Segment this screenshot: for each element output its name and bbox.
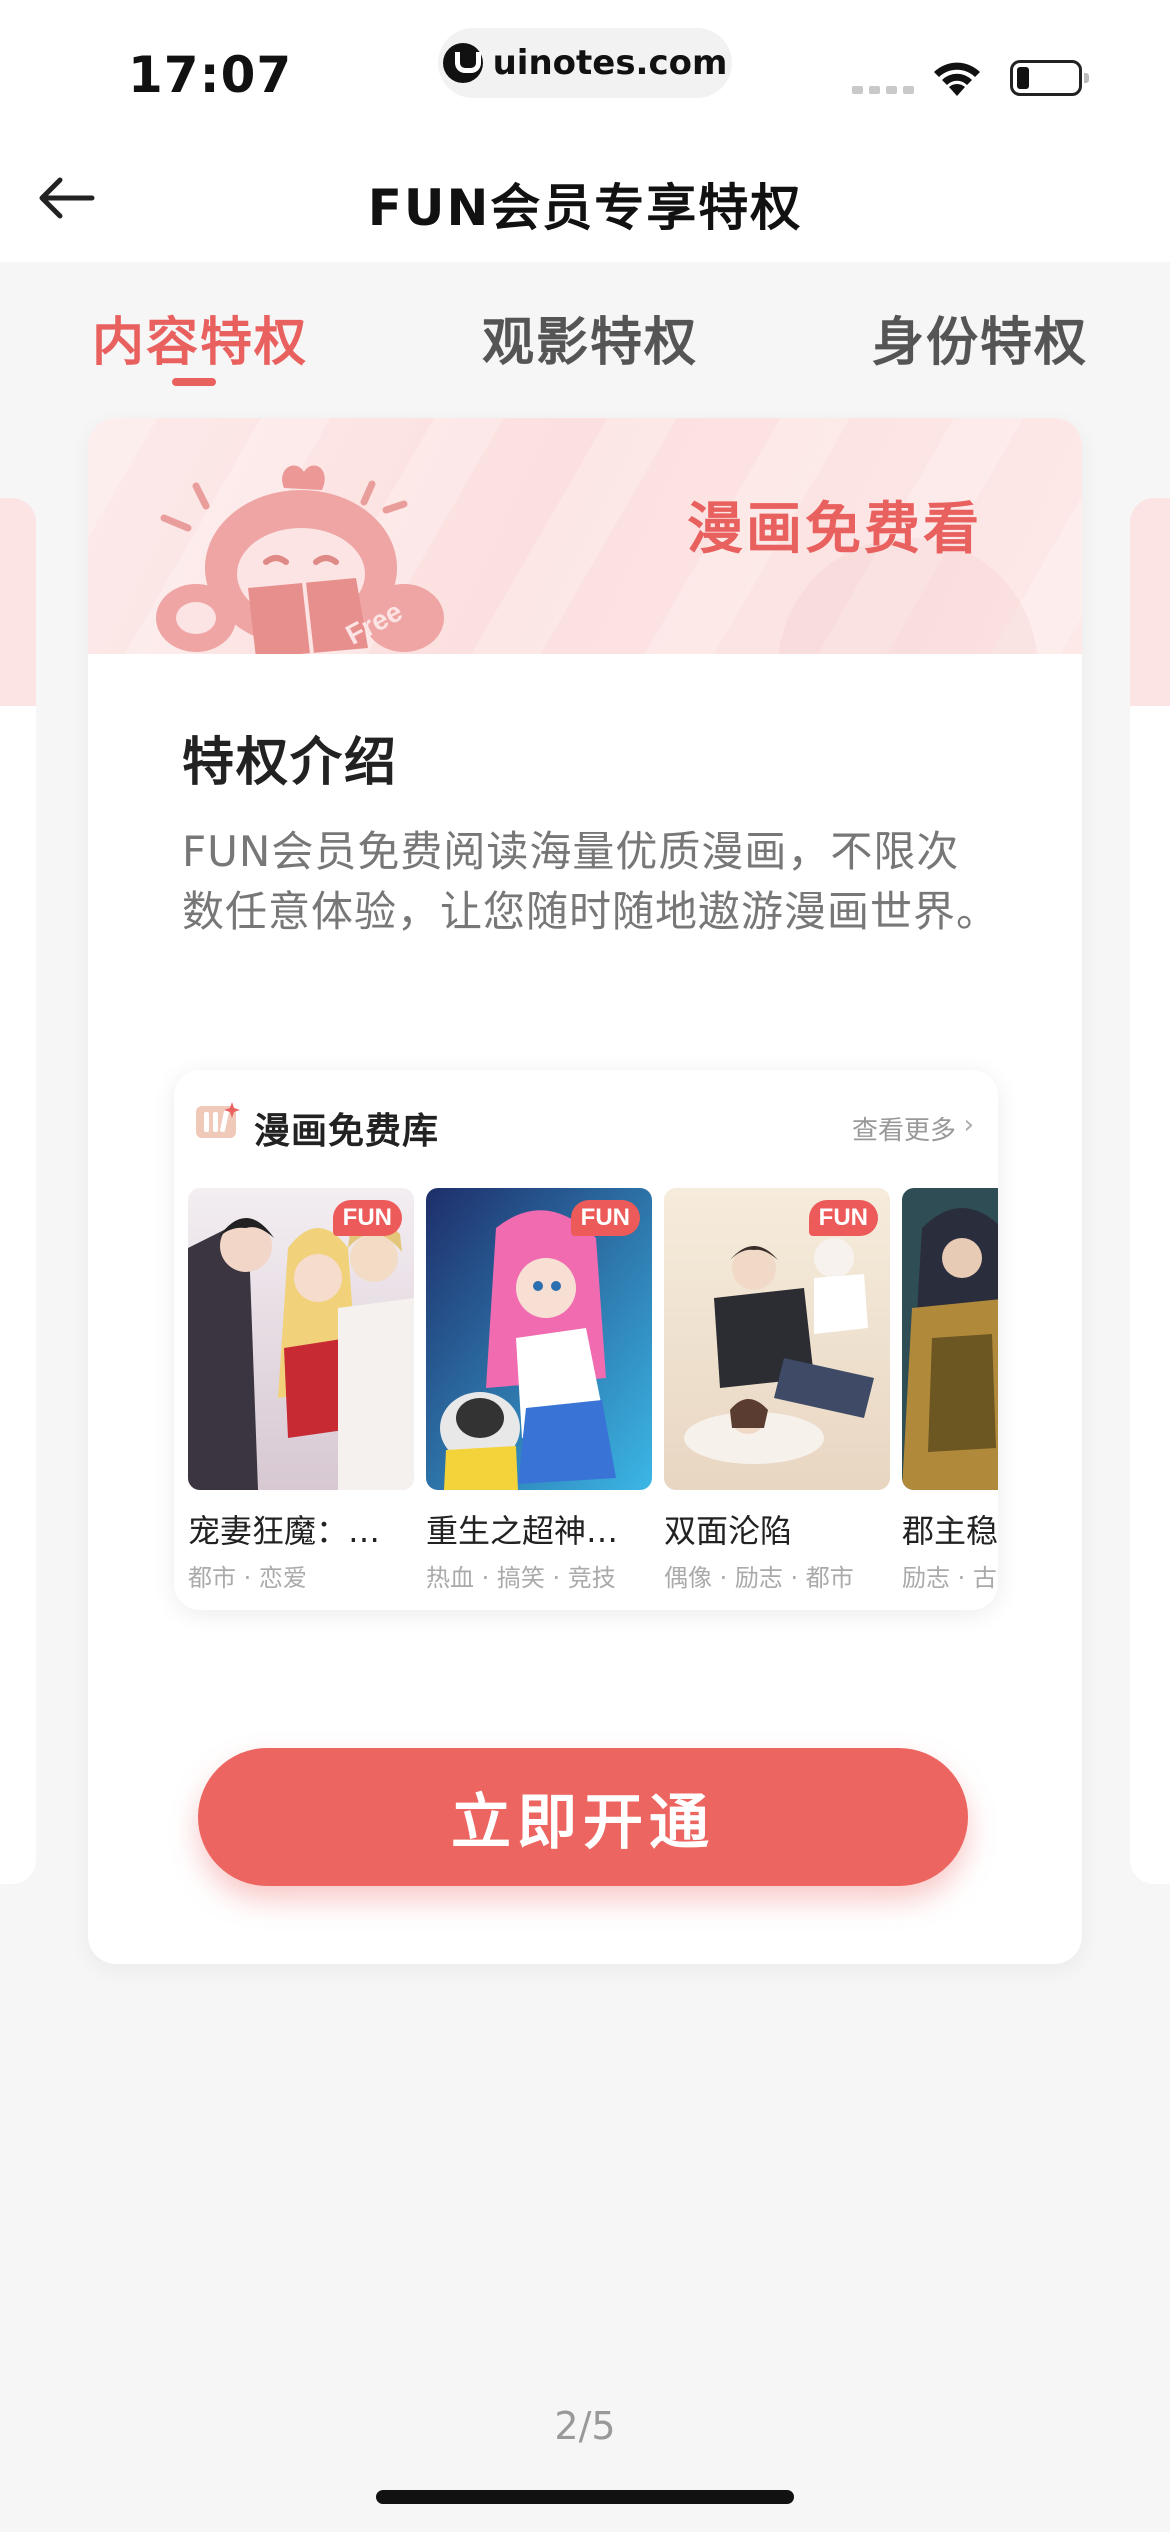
comic-title: 宠妻狂魔：… — [188, 1512, 381, 1550]
comic-cover[interactable]: FUN — [426, 1188, 652, 1490]
page-indicator: 2/5 — [554, 2404, 616, 2448]
wifi-icon — [930, 58, 984, 102]
comic-cover[interactable]: FUN — [188, 1188, 414, 1490]
fun-badge: FUN — [332, 1200, 402, 1236]
battery-icon — [1010, 60, 1089, 96]
comic-tags: 偶像 · 励志 · 都市 — [664, 1564, 854, 1592]
comic-title: 郡主稳 — [902, 1512, 998, 1550]
banner-title: 漫画免费看 — [687, 497, 982, 562]
fun-badge: FUN — [570, 1200, 640, 1236]
section-title: 特权介绍 — [182, 733, 399, 793]
comic-item[interactable]: FUN 重生之超神… 热血 · 搞笑 · 竞技 — [426, 1188, 652, 1593]
comic-cover[interactable] — [902, 1188, 998, 1490]
chevron-right-icon[interactable]: › — [964, 1110, 974, 1140]
section-description: FUN会员免费阅读海量优质漫画，不限次数任意体验，让您随时随地遨游漫画世界。 — [182, 827, 1000, 936]
tab-identity-privilege[interactable]: 身份特权 — [872, 300, 1088, 375]
comic-title: 重生之超神… — [426, 1512, 619, 1550]
tab-content-privilege[interactable]: 内容特权 — [92, 300, 308, 375]
status-time: 17:07 — [128, 46, 293, 104]
tab-viewing-privilege[interactable]: 观影特权 — [482, 300, 698, 375]
site-logo-icon — [442, 43, 483, 83]
fun-badge: FUN — [808, 1200, 878, 1236]
home-indicator[interactable] — [376, 2490, 794, 2504]
comic-tags: 热血 · 搞笑 · 竞技 — [426, 1564, 616, 1592]
comic-item[interactable]: FUN 宠妻狂魔：… 都市 · 恋爱 — [188, 1188, 414, 1593]
comic-cover[interactable]: FUN — [664, 1188, 890, 1490]
comic-tags: 都市 · 恋爱 — [188, 1564, 307, 1592]
status-bar: 17:07 uinotes.com — [0, 0, 1170, 130]
subscribe-now-button[interactable]: 立即开通 — [198, 1748, 968, 1886]
tab-bar: 内容特权 观影特权 身份特权 — [0, 262, 1170, 392]
page-title: FUN会员专享特权 — [367, 179, 803, 237]
comic-item[interactable]: 郡主稳 励志 · 古 — [902, 1188, 998, 1593]
books-icon — [194, 1100, 242, 1140]
comic-library: 漫画免费库 查看更多 › FUN 宠妻狂魔：… 都市 · 恋爱 FUN 重生之超… — [174, 1070, 998, 1610]
comic-item[interactable]: FUN 双面沦陷 偶像 · 励志 · 都市 — [664, 1188, 890, 1593]
url-pill[interactable]: uinotes.com — [438, 28, 732, 98]
comic-tags: 励志 · 古 — [902, 1564, 997, 1592]
previous-card-peek[interactable] — [0, 498, 36, 1884]
page: 17:07 uinotes.com FUN会员专享特权 内容特权 观影特权 身份… — [0, 0, 1170, 2532]
comic-title: 双面沦陷 — [664, 1512, 793, 1550]
url-text: uinotes.com — [492, 43, 728, 83]
view-more-link[interactable]: 查看更多 — [852, 1110, 956, 1147]
next-card-peek[interactable] — [1130, 498, 1170, 1884]
mascot-icon: Free — [136, 458, 456, 654]
library-title: 漫画免费库 — [254, 1111, 440, 1152]
active-tab-indicator — [172, 378, 216, 386]
comic-list: FUN 宠妻狂魔：… 都市 · 恋爱 FUN 重生之超神… 热血 · 搞笑 · … — [188, 1188, 998, 1608]
privilege-card: Free 漫画免费看 特权介绍 FUN会员免费阅读海量优质漫画，不限次数任意体验… — [88, 418, 1082, 1964]
signal-icon — [852, 86, 914, 94]
nav-bar: FUN会员专享特权 — [0, 130, 1170, 262]
card-banner: Free 漫画免费看 — [88, 418, 1082, 654]
